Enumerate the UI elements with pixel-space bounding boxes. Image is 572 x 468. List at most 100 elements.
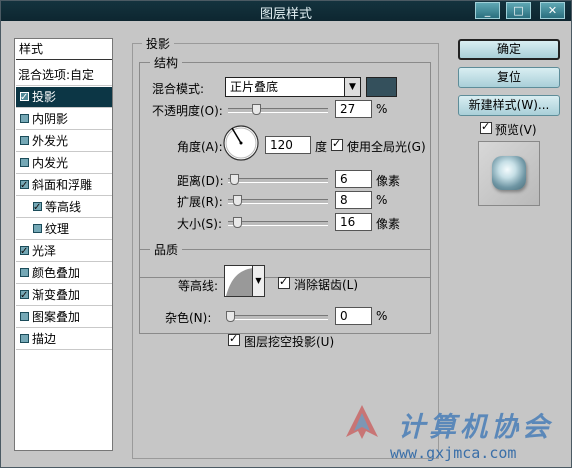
style-item-10[interactable]: 图案叠加 — [16, 307, 112, 328]
style-item-checkbox[interactable] — [20, 158, 29, 167]
style-item-checkbox[interactable] — [20, 114, 29, 123]
style-item-label: 纹理 — [45, 222, 70, 236]
contour-picker[interactable]: ▼ — [224, 265, 265, 297]
close-button[interactable]: ✕ — [540, 2, 565, 19]
drop-shadow-panel: 投影 结构 混合模式: 正片叠底 ▼ 不透明度(O): 27 % 角度(A): — [132, 35, 439, 459]
opacity-input[interactable]: 27 — [335, 100, 372, 118]
size-slider[interactable] — [228, 217, 328, 228]
noise-label: 杂色(N): — [165, 311, 212, 325]
style-item-1[interactable]: 内阴影 — [16, 109, 112, 130]
style-item-checkbox[interactable] — [33, 224, 42, 233]
noise-slider-thumb[interactable] — [226, 311, 235, 322]
angle-label: 角度(A): — [177, 140, 223, 154]
contour-label: 等高线: — [178, 279, 219, 293]
antialias-label: 消除锯齿(L) — [294, 278, 359, 292]
blend-mode-select[interactable]: 正片叠底 ▼ — [225, 77, 361, 97]
style-item-label: 内阴影 — [32, 112, 69, 126]
spread-label: 扩展(R): — [177, 195, 223, 209]
watermark: 计算机协会 www.gxjmca.com — [342, 403, 568, 465]
distance-unit: 像素 — [376, 174, 401, 188]
style-item-checkbox[interactable] — [20, 136, 29, 145]
style-item-checkbox[interactable] — [20, 176, 29, 196]
style-item-checkbox[interactable] — [20, 312, 29, 321]
size-slider-thumb[interactable] — [233, 217, 242, 228]
blend-mode-value: 正片叠底 — [230, 80, 279, 94]
style-item-label: 描边 — [32, 332, 57, 346]
size-input[interactable]: 16 — [335, 213, 372, 231]
style-item-label: 等高线 — [45, 200, 82, 214]
style-item-label: 外发光 — [32, 134, 69, 148]
style-preview-thumbnail — [478, 141, 540, 206]
style-list: 样式 混合选项:自定 投影内阴影外发光内发光斜面和浮雕等高线纹理光泽颜色叠加渐变… — [14, 38, 113, 451]
noise-input[interactable]: 0 — [335, 307, 372, 325]
style-item-6[interactable]: 纹理 — [16, 219, 112, 240]
knockout-checkbox[interactable] — [228, 332, 240, 346]
layer-style-dialog: 图层样式 _ □ ✕ 样式 混合选项:自定 投影内阴影外发光内发光斜面和浮雕等高… — [0, 0, 572, 468]
preview-checkbox[interactable] — [480, 120, 492, 134]
style-item-4[interactable]: 斜面和浮雕 — [16, 175, 112, 196]
style-item-label: 投影 — [32, 90, 57, 104]
style-item-9[interactable]: 渐变叠加 — [16, 285, 112, 306]
style-item-label: 颜色叠加 — [32, 266, 81, 280]
contour-dropdown-icon[interactable]: ▼ — [252, 266, 264, 296]
global-light-label: 使用全局光(G) — [347, 140, 426, 154]
style-item-checkbox[interactable] — [20, 242, 29, 262]
watermark-text: 计算机协会 — [398, 412, 553, 443]
style-item-8[interactable]: 颜色叠加 — [16, 263, 112, 284]
opacity-slider[interactable] — [228, 104, 328, 115]
noise-slider[interactable] — [226, 311, 328, 322]
angle-dial[interactable] — [222, 124, 260, 162]
new-style-button[interactable]: 新建样式(W)... — [458, 95, 560, 116]
style-item-7[interactable]: 光泽 — [16, 241, 112, 262]
style-item-0[interactable]: 投影 — [16, 87, 112, 108]
style-item-label: 斜面和浮雕 — [32, 178, 93, 192]
spread-slider[interactable] — [228, 195, 328, 206]
knockout-label: 图层挖空投影(U) — [244, 335, 335, 349]
style-item-label: 渐变叠加 — [32, 288, 81, 302]
reset-button[interactable]: 复位 — [458, 67, 560, 88]
quality-title: 品质 — [150, 241, 183, 258]
distance-slider[interactable] — [228, 174, 328, 185]
size-label: 大小(S): — [177, 217, 223, 231]
minimize-button[interactable]: _ — [475, 2, 500, 19]
blend-mode-label: 混合模式: — [152, 82, 205, 96]
style-item-checkbox[interactable] — [33, 198, 42, 218]
watermark-url: www.gxjmca.com — [390, 444, 517, 462]
style-item-checkbox[interactable] — [20, 334, 29, 343]
opacity-slider-thumb[interactable] — [252, 104, 261, 115]
style-item-label: 图案叠加 — [32, 310, 81, 324]
spread-slider-thumb[interactable] — [233, 195, 242, 206]
opacity-label: 不透明度(O): — [152, 104, 223, 118]
ok-button[interactable]: 确定 — [458, 39, 560, 60]
dropdown-arrow-icon: ▼ — [344, 78, 360, 96]
antialias-checkbox[interactable] — [278, 275, 290, 289]
structure-title: 结构 — [150, 54, 183, 71]
style-item-2[interactable]: 外发光 — [16, 131, 112, 152]
spread-input[interactable]: 8 — [335, 191, 372, 209]
noise-unit: % — [376, 309, 388, 323]
maximize-button[interactable]: □ — [506, 2, 531, 19]
drop-shadow-title: 投影 — [142, 35, 175, 52]
style-item-checkbox[interactable] — [20, 268, 29, 277]
structure-group: 结构 混合模式: 正片叠底 ▼ 不透明度(O): 27 % 角度(A): 120… — [139, 54, 431, 278]
angle-unit: 度 — [315, 140, 328, 154]
blend-options-item[interactable]: 混合选项:自定 — [16, 65, 112, 86]
distance-slider-thumb[interactable] — [230, 174, 239, 185]
style-item-checkbox[interactable] — [20, 286, 29, 306]
quality-group: 品质 等高线: ▼ 消除锯齿(L) 杂色(N): 0 % — [139, 241, 431, 334]
style-list-header[interactable]: 样式 — [16, 39, 112, 60]
distance-input[interactable]: 6 — [335, 170, 372, 188]
angle-input[interactable]: 120 — [265, 136, 311, 154]
distance-label: 距离(D): — [177, 174, 224, 188]
contour-curve-icon — [226, 268, 253, 296]
global-light-checkbox[interactable] — [331, 137, 343, 151]
title-bar[interactable]: 图层样式 _ □ ✕ — [1, 1, 571, 22]
style-item-label: 内发光 — [32, 156, 69, 170]
style-item-5[interactable]: 等高线 — [16, 197, 112, 218]
size-unit: 像素 — [376, 217, 401, 231]
style-item-checkbox[interactable] — [20, 88, 29, 108]
style-item-3[interactable]: 内发光 — [16, 153, 112, 174]
opacity-unit: % — [376, 102, 388, 116]
shadow-color-swatch[interactable] — [366, 77, 397, 97]
style-item-11[interactable]: 描边 — [16, 329, 112, 350]
